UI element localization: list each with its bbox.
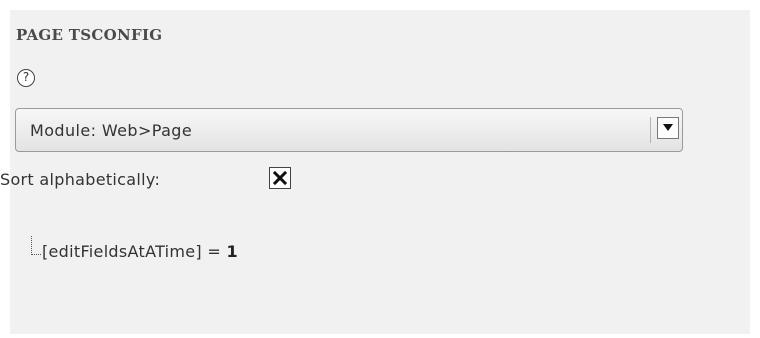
x-check-icon [272, 170, 288, 186]
page-title: PAGE TSCONFIG [16, 26, 163, 44]
tree-item: [editFieldsAtATime] = 1 [42, 242, 238, 261]
chevron-down-icon[interactable] [657, 117, 679, 139]
module-select-value: Module: Web>Page [30, 121, 193, 140]
help-icon[interactable]: ? [17, 69, 35, 87]
tree-item-operator: = [207, 242, 222, 261]
sort-alphabetically-checkbox[interactable] [269, 167, 291, 189]
tree-item-value: 1 [226, 242, 238, 261]
sort-alphabetically-label: Sort alphabetically: [0, 170, 161, 189]
module-select[interactable]: Module: Web>Page [15, 108, 683, 152]
tree-item-key: [editFieldsAtATime] [42, 242, 202, 261]
select-divider [650, 117, 651, 143]
tree-connector [31, 236, 41, 255]
